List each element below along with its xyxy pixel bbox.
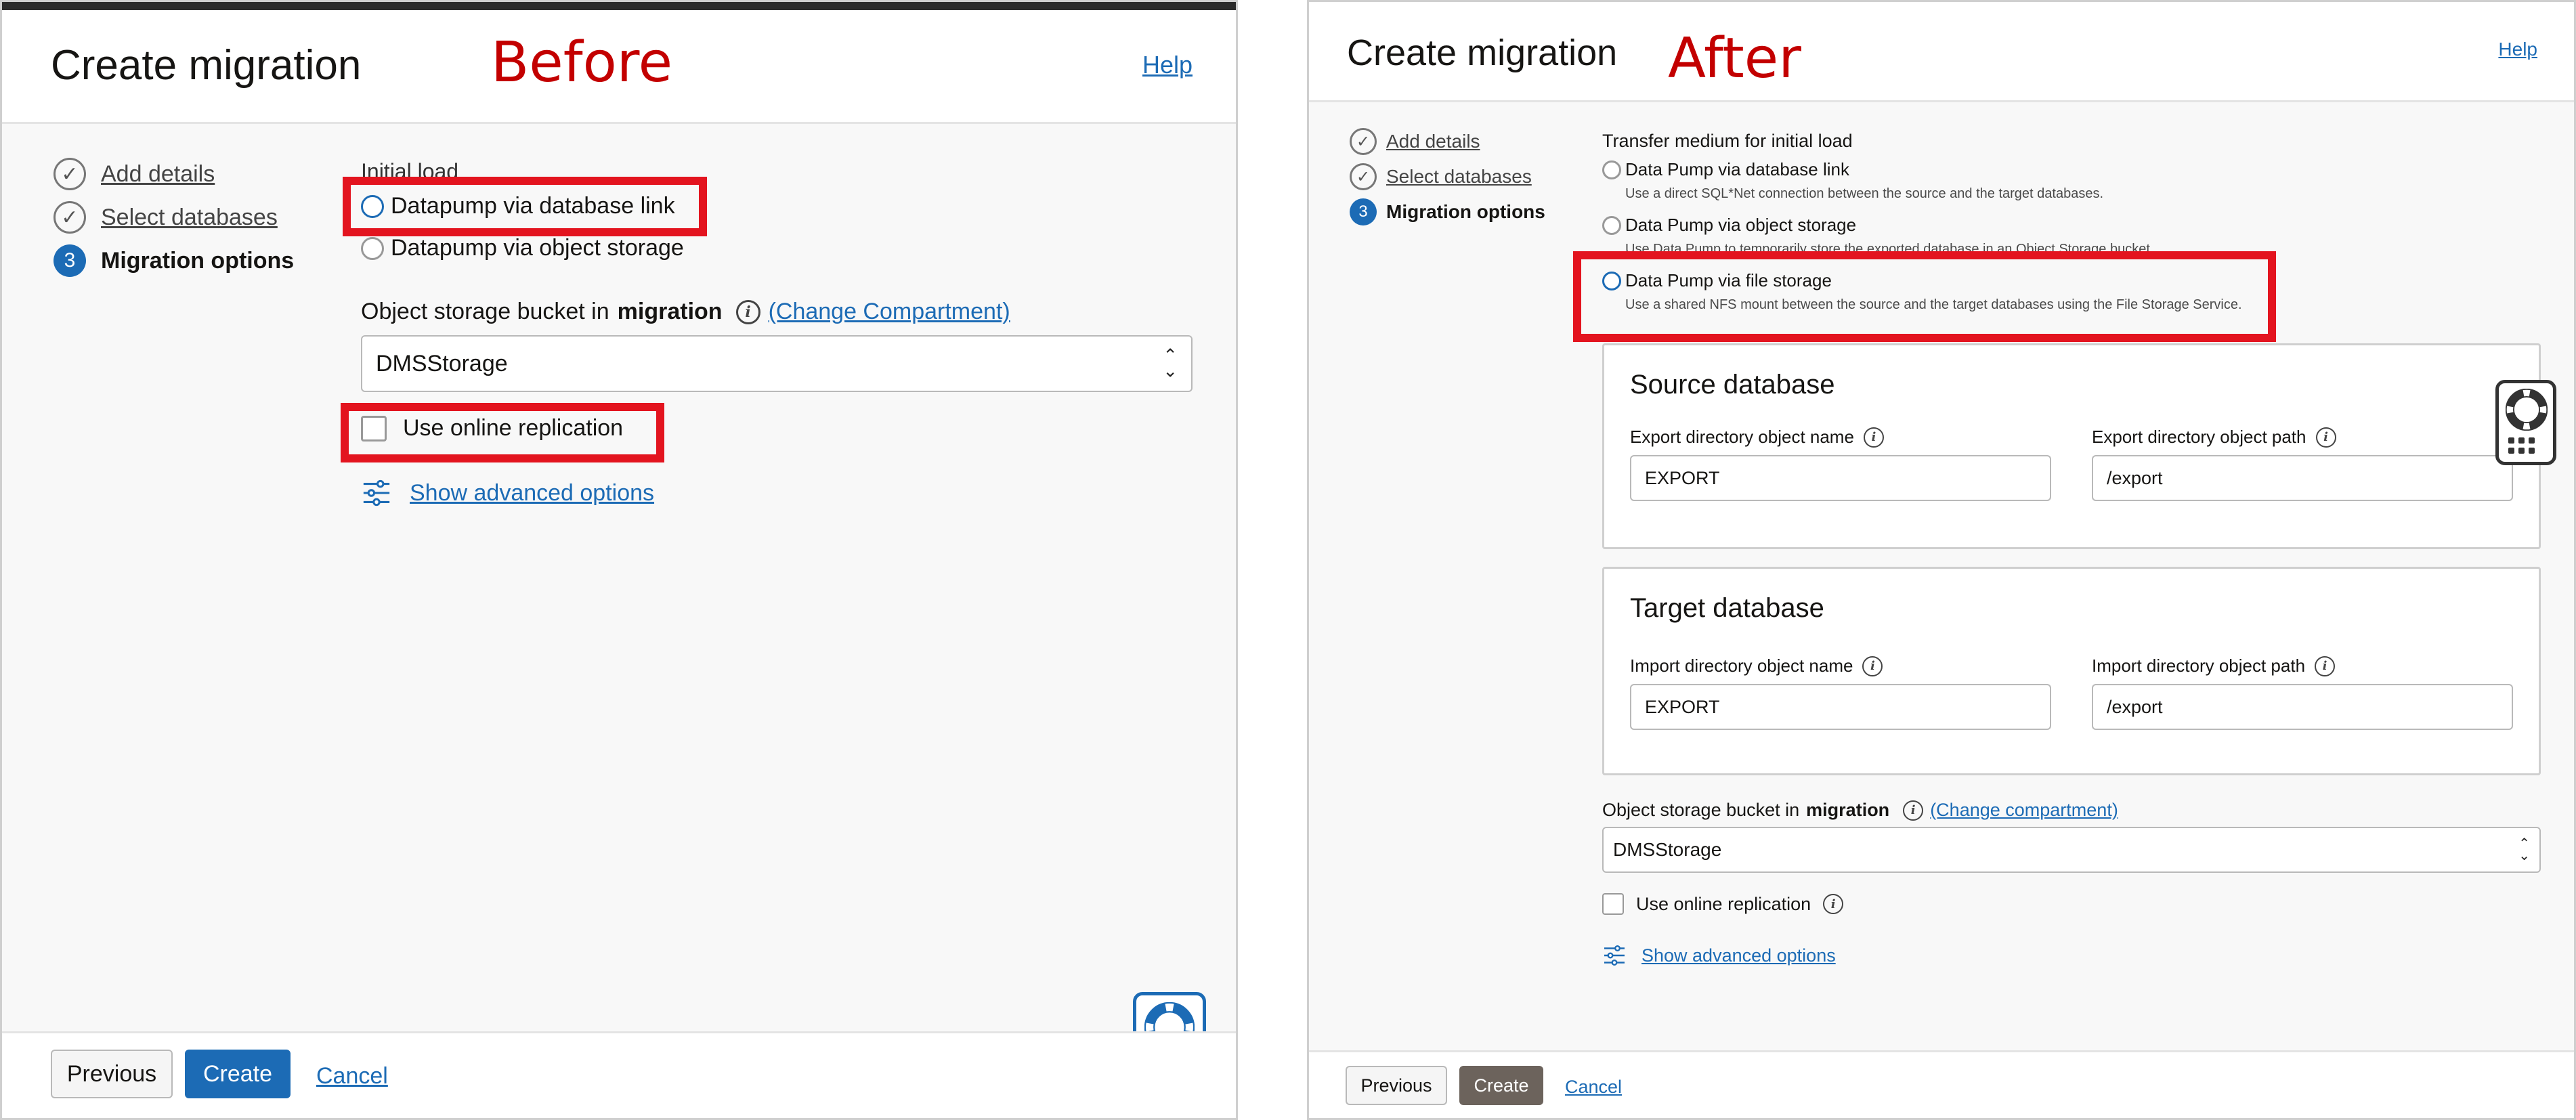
target-database-card: Target database Import directory object … [1602, 567, 2541, 775]
radio-unselected-icon [1602, 160, 1621, 179]
cancel-link[interactable]: Cancel [316, 1063, 388, 1090]
before-header: Create migration Before Help [2, 10, 1236, 124]
step-migration-options: 3 Migration options [53, 244, 294, 277]
check-circle-icon: ✓ [53, 158, 86, 190]
bucket-select[interactable]: DMSStorage ⌃ ⌄ [361, 335, 1193, 392]
export-path-label: Export directory object path i [2092, 427, 2336, 448]
show-advanced-options[interactable]: Show advanced options [361, 477, 654, 509]
field-label: Export directory object path [2092, 427, 2306, 447]
step-label: Select databases [1386, 166, 1532, 187]
after-header: Create migration After Help [1309, 2, 2574, 102]
step-label: Select databases [101, 204, 278, 230]
step-label: Migration options [1386, 201, 1545, 222]
compartment-name: migration [1806, 800, 1890, 820]
step-select-databases[interactable]: ✓ Select databases [53, 201, 278, 234]
highlight-box [343, 177, 707, 236]
source-database-card: Source database Export directory object … [1602, 343, 2541, 549]
dialog-footer: Previous Create Cancel [1309, 1050, 2574, 1118]
radio-unselected-icon [361, 236, 384, 260]
radio-label: Datapump via object storage [391, 235, 684, 261]
info-icon[interactable]: i [1823, 894, 1844, 914]
help-lifebuoy-widget[interactable] [2495, 380, 2556, 465]
after-dialog: Create migration After Help ✓ Add detail… [1307, 0, 2576, 1120]
bucket-select[interactable]: DMSStorage ⌃ ⌄ [1602, 827, 2541, 873]
export-path-input[interactable]: /export [2092, 455, 2513, 501]
radio-label: Data Pump via object storage [1625, 215, 1857, 235]
bucket-label-prefix: Object storage bucket in [361, 299, 609, 324]
select-chevron-icon: ⌃ ⌄ [1163, 345, 1178, 381]
field-label: Import directory object name [1630, 655, 1853, 676]
step-number-badge: 3 [53, 244, 86, 277]
check-circle-icon: ✓ [1350, 163, 1377, 190]
previous-button[interactable]: Previous [1346, 1066, 1447, 1105]
advanced-options-link: Show advanced options [410, 479, 655, 506]
sliders-icon [1604, 945, 1625, 966]
change-compartment-link[interactable]: (Change compartment) [1930, 800, 2118, 821]
field-label: Export directory object name [1630, 427, 1854, 447]
radio-label: Data Pump via database link [1625, 159, 1849, 179]
create-button[interactable]: Create [1459, 1066, 1543, 1105]
transfer-medium-label: Transfer medium for initial load [1602, 131, 1853, 151]
before-dialog: Create migration Before Help ✓ Add detai… [0, 0, 1238, 1120]
source-card-title: Source database [1630, 370, 1835, 400]
export-name-input[interactable]: EXPORT [1630, 455, 2051, 501]
info-icon[interactable]: i [735, 299, 760, 324]
highlight-box [1573, 251, 2276, 342]
help-link[interactable]: Help [2498, 39, 2537, 60]
bucket-label-prefix: Object storage bucket in [1602, 800, 1800, 820]
dialog-footer: Previous Create Cancel [2, 1031, 1236, 1118]
sliders-icon [363, 479, 390, 507]
create-button[interactable]: Create [185, 1050, 291, 1098]
step-label: Migration options [101, 247, 295, 274]
info-icon[interactable]: i [1863, 427, 1884, 448]
checkbox-label: Use online replication [1636, 893, 1811, 914]
dialog-title: Create migration [1347, 33, 1618, 73]
import-name-input[interactable]: EXPORT [1630, 684, 2051, 730]
import-path-input[interactable]: /export [2092, 684, 2513, 730]
checkbox-icon [1602, 893, 1624, 915]
step-add-details[interactable]: ✓ Add details [1350, 128, 1480, 155]
radio-object-storage[interactable]: Data Pump via object storage [1602, 215, 1856, 236]
step-select-databases[interactable]: ✓ Select databases [1350, 163, 1532, 190]
bucket-label-row: Object storage bucket in migration i (Ch… [1602, 800, 2118, 821]
import-name-label: Import directory object name i [1630, 655, 1883, 676]
field-label: Import directory object path [2092, 655, 2306, 676]
info-icon[interactable]: i [1862, 655, 1883, 676]
check-circle-icon: ✓ [1350, 128, 1377, 155]
help-link[interactable]: Help [1142, 51, 1193, 79]
info-icon[interactable]: i [1903, 800, 1924, 821]
step-add-details[interactable]: ✓ Add details [53, 158, 215, 190]
dialog-title: Create migration [51, 42, 362, 89]
step-migration-options: 3 Migration options [1350, 198, 1545, 225]
step-number-badge: 3 [1350, 198, 1377, 225]
lifebuoy-icon [2506, 389, 2548, 431]
compartment-name: migration [617, 299, 723, 324]
highlight-box [341, 403, 664, 462]
cancel-link[interactable]: Cancel [1565, 1077, 1622, 1098]
before-annotation: Before [491, 30, 673, 95]
bucket-select-value: DMSStorage [376, 350, 508, 376]
step-label: Add details [101, 160, 215, 187]
import-path-label: Import directory object path i [2092, 655, 2336, 676]
radio-hint: Use a direct SQL*Net connection between … [1625, 186, 2103, 201]
grid-dots-icon [2508, 437, 2535, 454]
target-card-title: Target database [1630, 593, 1824, 623]
select-chevron-icon: ⌃ ⌄ [2518, 836, 2530, 863]
step-label: Add details [1386, 131, 1480, 152]
info-icon[interactable]: i [2315, 427, 2336, 448]
previous-button[interactable]: Previous [51, 1050, 173, 1098]
show-advanced-options[interactable]: Show advanced options [1602, 943, 1836, 968]
check-circle-icon: ✓ [53, 201, 86, 234]
export-name-label: Export directory object name i [1630, 427, 1884, 448]
bucket-select-value: DMSStorage [1613, 839, 1722, 860]
info-icon[interactable]: i [2315, 655, 2336, 676]
after-annotation: After [1668, 26, 1801, 91]
radio-unselected-icon [1602, 215, 1621, 235]
online-replication-checkbox[interactable]: Use online replication i [1602, 893, 1844, 915]
radio-object-storage[interactable]: Datapump via object storage [361, 235, 684, 261]
advanced-options-link: Show advanced options [1641, 945, 1836, 966]
radio-database-link[interactable]: Data Pump via database link [1602, 159, 1849, 180]
bucket-label-row: Object storage bucket in migration i (Ch… [361, 299, 1010, 325]
change-compartment-link[interactable]: (Change Compartment) [769, 299, 1010, 325]
